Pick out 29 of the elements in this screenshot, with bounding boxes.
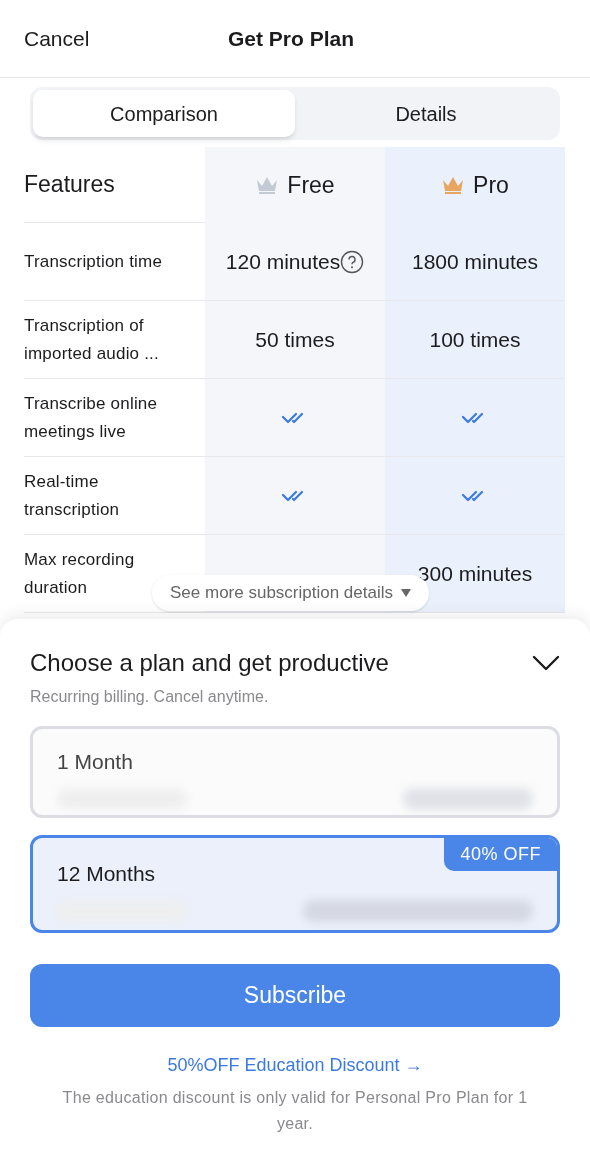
sheet-title: Choose a plan and get productive bbox=[30, 648, 389, 678]
feature-label: Real-time transcription bbox=[24, 470, 121, 521]
column-header: Pro bbox=[473, 170, 509, 200]
column-header: Features bbox=[24, 170, 115, 200]
feature-label: Max recording duration bbox=[24, 548, 136, 599]
column-header: Free bbox=[287, 170, 335, 200]
value-text: 120 minutes bbox=[225, 248, 341, 275]
tab[interactable]: Details bbox=[295, 90, 557, 137]
feature-label: Transcription of imported audio ... bbox=[24, 314, 160, 365]
discount-note: The education discount is only valid for Personal Pro Plan for 1 year. bbox=[61, 1088, 529, 1134]
chevron-down-icon[interactable] bbox=[532, 655, 560, 671]
feature-label: Transcribe online meetings live bbox=[24, 392, 159, 443]
discount-badge: 40% OFF bbox=[444, 838, 557, 871]
sheet-subtitle: Recurring billing. Cancel anytime. bbox=[30, 687, 270, 707]
plan-option[interactable]: 12 Months 40% OFF bbox=[30, 835, 560, 933]
caret-icon bbox=[401, 589, 411, 597]
value-text: 100 times bbox=[429, 326, 521, 353]
cancel-button[interactable]: Cancel bbox=[24, 22, 90, 55]
subscribe-button[interactable]: Subscribe bbox=[30, 964, 560, 1027]
value-text: 50 times bbox=[255, 326, 335, 353]
tab[interactable]: Comparison bbox=[33, 90, 295, 137]
value-text: 1800 minutes bbox=[411, 248, 539, 275]
page-title: Get Pro Plan bbox=[228, 25, 355, 52]
plan-name: 1 Month bbox=[57, 749, 134, 775]
education-discount-link[interactable]: 50%OFF Education Discount → bbox=[167, 1052, 423, 1079]
feature-label: Transcription time bbox=[24, 250, 163, 273]
help-icon[interactable] bbox=[340, 249, 365, 274]
plan-name: 12 Months bbox=[57, 861, 157, 887]
plan-option[interactable]: 1 Month bbox=[30, 726, 560, 818]
